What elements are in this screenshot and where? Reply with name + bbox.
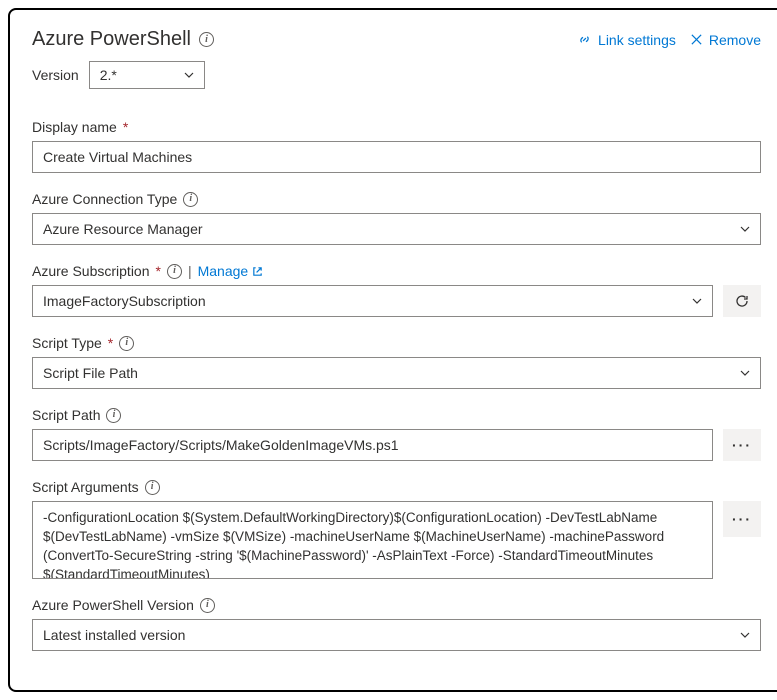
refresh-button[interactable] (723, 285, 761, 317)
chevron-down-icon (692, 298, 702, 304)
link-settings-label: Link settings (598, 32, 676, 48)
required-asterisk: * (123, 119, 128, 135)
ellipsis-icon: ··· (732, 511, 752, 527)
external-link-icon (252, 266, 263, 277)
info-icon[interactable]: i (145, 480, 160, 495)
script-type-select[interactable]: Script File Path (32, 357, 761, 389)
link-settings-button[interactable]: Link settings (577, 32, 676, 48)
ps-version-field: Azure PowerShell Version i Latest instal… (32, 597, 761, 651)
header-actions: Link settings Remove (577, 32, 761, 48)
version-row: Version 2.* (32, 61, 761, 89)
connection-type-label-row: Azure Connection Type i (32, 191, 761, 207)
connection-type-value: Azure Resource Manager (43, 221, 203, 237)
display-name-label: Display name (32, 119, 117, 135)
info-icon[interactable]: i (119, 336, 134, 351)
version-label: Version (32, 67, 79, 83)
manage-link[interactable]: Manage (198, 263, 264, 279)
display-name-input[interactable] (32, 141, 761, 173)
script-path-label: Script Path (32, 407, 100, 423)
expand-button[interactable]: ··· (723, 501, 761, 537)
info-icon[interactable]: i (106, 408, 121, 423)
chevron-down-icon (740, 226, 750, 232)
refresh-icon (734, 293, 750, 309)
manage-label: Manage (198, 263, 249, 279)
header-row: Azure PowerShell i Link settings Remove (32, 28, 761, 51)
subscription-select[interactable]: ImageFactorySubscription (32, 285, 713, 317)
info-icon[interactable]: i (200, 598, 215, 613)
required-asterisk: * (156, 263, 161, 279)
required-asterisk: * (108, 335, 113, 351)
close-icon (690, 33, 703, 46)
task-config-panel: Azure PowerShell i Link settings Remove … (8, 8, 777, 692)
script-path-label-row: Script Path i (32, 407, 761, 423)
subscription-input-row: ImageFactorySubscription (32, 285, 761, 317)
chevron-down-icon (740, 370, 750, 376)
info-icon[interactable]: i (167, 264, 182, 279)
chevron-down-icon (184, 72, 194, 78)
script-type-value: Script File Path (43, 365, 138, 381)
version-value: 2.* (100, 67, 117, 83)
subscription-label: Azure Subscription (32, 263, 150, 279)
script-path-field: Script Path i ··· (32, 407, 761, 461)
script-arguments-field: Script Arguments i ··· (32, 479, 761, 579)
subscription-label-row: Azure Subscription * i | Manage (32, 263, 761, 279)
ps-version-label-row: Azure PowerShell Version i (32, 597, 761, 613)
script-type-label-row: Script Type * i (32, 335, 761, 351)
script-arguments-label-row: Script Arguments i (32, 479, 761, 495)
script-arguments-label: Script Arguments (32, 479, 139, 495)
link-icon (577, 32, 592, 47)
ellipsis-icon: ··· (732, 437, 752, 453)
connection-type-select[interactable]: Azure Resource Manager (32, 213, 761, 245)
script-arguments-input[interactable] (32, 501, 713, 579)
chevron-down-icon (740, 632, 750, 638)
display-name-label-row: Display name * (32, 119, 761, 135)
info-icon[interactable]: i (199, 32, 214, 47)
label-divider: | (188, 263, 192, 279)
script-path-input[interactable] (32, 429, 713, 461)
subscription-field: Azure Subscription * i | Manage ImageFac… (32, 263, 761, 317)
connection-type-field: Azure Connection Type i Azure Resource M… (32, 191, 761, 245)
connection-type-label: Azure Connection Type (32, 191, 177, 207)
script-type-field: Script Type * i Script File Path (32, 335, 761, 389)
page-title: Azure PowerShell i (32, 28, 214, 51)
info-icon[interactable]: i (183, 192, 198, 207)
version-select[interactable]: 2.* (89, 61, 205, 89)
ps-version-label: Azure PowerShell Version (32, 597, 194, 613)
script-path-input-row: ··· (32, 429, 761, 461)
browse-button[interactable]: ··· (723, 429, 761, 461)
title-text: Azure PowerShell (32, 28, 191, 51)
display-name-field: Display name * (32, 119, 761, 173)
ps-version-value: Latest installed version (43, 627, 185, 643)
script-type-label: Script Type (32, 335, 102, 351)
subscription-value: ImageFactorySubscription (43, 293, 206, 309)
ps-version-select[interactable]: Latest installed version (32, 619, 761, 651)
remove-label: Remove (709, 32, 761, 48)
remove-button[interactable]: Remove (690, 32, 761, 48)
script-arguments-input-row: ··· (32, 501, 761, 579)
